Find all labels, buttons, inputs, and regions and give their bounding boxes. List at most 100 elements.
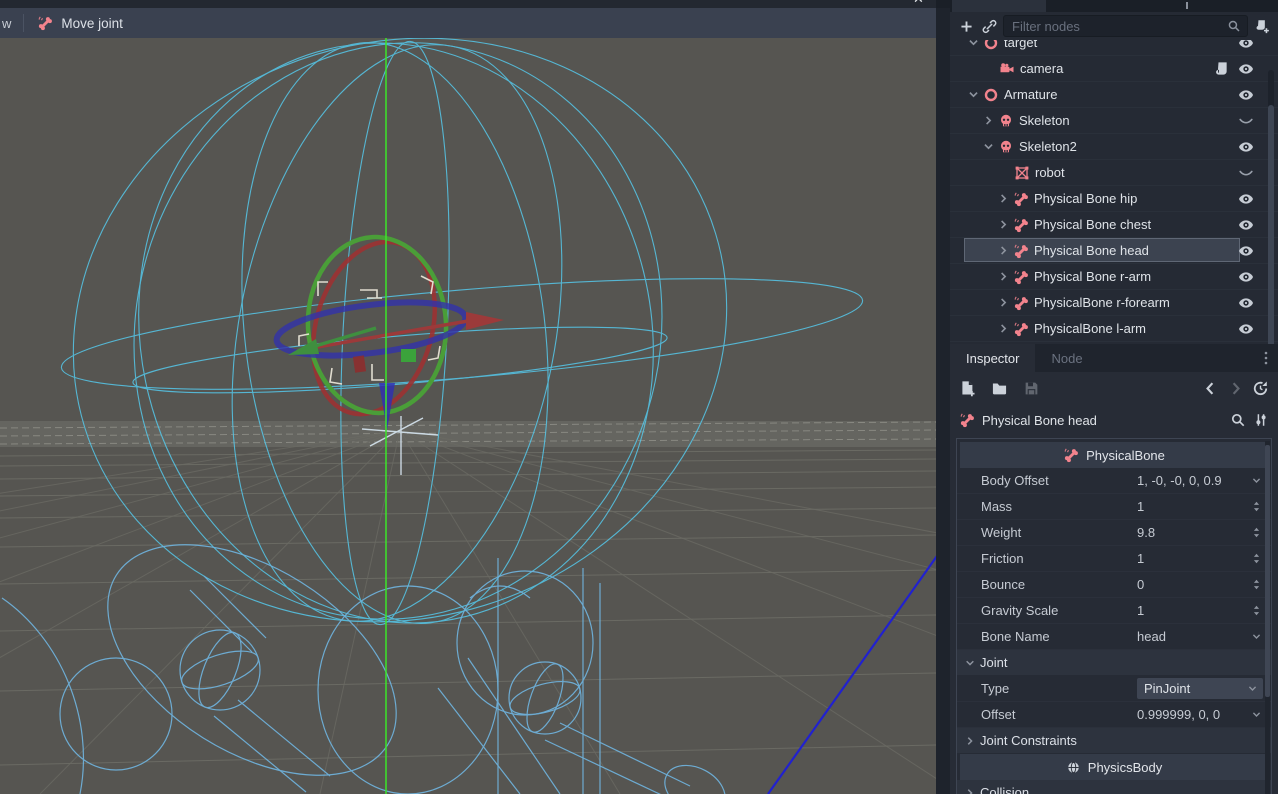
property-row-body-offset[interactable]: Body Offset 1, -0, -0, 0, 0.9 (957, 468, 1271, 494)
chevron-right-icon[interactable] (996, 217, 1011, 232)
chevron-right-icon[interactable] (996, 295, 1011, 310)
chevron-down-icon[interactable] (1250, 474, 1263, 487)
property-row-weight[interactable]: Weight 9.8 (957, 520, 1271, 546)
instance-scene-button[interactable] (980, 17, 998, 35)
visibility-eye-icon[interactable] (1238, 40, 1254, 51)
property-row-friction[interactable]: Friction 1 (957, 546, 1271, 572)
chevron-right-icon[interactable] (996, 269, 1011, 284)
property-value[interactable]: 1 (1137, 603, 1250, 618)
stepper-icon[interactable] (1250, 500, 1263, 513)
group-collision[interactable]: Collision (957, 780, 1271, 794)
property-row-gravity-scale[interactable]: Gravity Scale 1 (957, 598, 1271, 624)
stepper-icon[interactable] (1250, 526, 1263, 539)
visibility-eye-icon[interactable] (1238, 269, 1254, 285)
visibility-hidden-icon[interactable] (1238, 165, 1254, 181)
tree-row-target[interactable]: target (950, 40, 1278, 56)
visibility-hidden-icon[interactable] (1238, 113, 1254, 129)
visibility-eye-icon[interactable] (1238, 61, 1254, 77)
property-tools-icon[interactable] (1253, 412, 1269, 428)
scene-dock-tab-partial[interactable] (952, 0, 1046, 12)
property-row-bone-name[interactable]: Bone Name head (957, 624, 1271, 650)
camera-node-icon (999, 61, 1015, 77)
stepper-icon[interactable] (1250, 578, 1263, 591)
tree-row-camera[interactable]: camera (950, 56, 1278, 82)
stepper-icon[interactable] (1250, 552, 1263, 565)
property-row-joint-type[interactable]: Type PinJoint (957, 676, 1271, 702)
property-value[interactable]: 1 (1137, 551, 1250, 566)
chevron-down-icon[interactable] (966, 87, 981, 102)
chevron-right-icon[interactable] (981, 113, 996, 128)
property-value[interactable]: 0 (1137, 577, 1250, 592)
object-history-icon[interactable] (1252, 380, 1269, 397)
node-name: PhysicalBone l-arm (1034, 321, 1146, 336)
chevron-right-icon[interactable] (996, 191, 1011, 206)
chevron-right-icon[interactable] (996, 321, 1011, 336)
skeleton-node-icon (998, 113, 1014, 129)
attach-script-button[interactable] (1253, 17, 1271, 35)
stepper-icon[interactable] (1250, 604, 1263, 617)
node-name: PhysicalBone r-forearm (1034, 295, 1170, 310)
inspector-scrollbar[interactable] (1265, 441, 1270, 794)
visibility-eye-icon[interactable] (1238, 243, 1254, 259)
spatial-node-icon (983, 40, 999, 51)
chevron-down-icon[interactable] (1250, 630, 1263, 643)
group-joint[interactable]: Joint (957, 650, 1271, 676)
tree-row-robot[interactable]: robot (950, 160, 1278, 186)
bone-icon (1013, 191, 1029, 207)
chevron-down-icon[interactable] (966, 40, 981, 50)
property-row-bounce[interactable]: Bounce 0 (957, 572, 1271, 598)
inspector-dock: Inspector Node Physical Bone head Physic… (950, 344, 1278, 794)
visibility-eye-icon[interactable] (1238, 191, 1254, 207)
history-back-icon[interactable] (1202, 380, 1219, 397)
property-row-joint-offset[interactable]: Offset 0.999999, 0, 0 (957, 702, 1271, 728)
tree-row-bone-r-arm[interactable]: Physical Bone r-arm (950, 264, 1278, 290)
tree-row-skeleton2[interactable]: Skeleton2 (950, 134, 1278, 160)
tree-row-skeleton[interactable]: Skeleton (950, 108, 1278, 134)
tab-node[interactable]: Node (1035, 344, 1098, 372)
tree-row-bone-hip[interactable]: Physical Bone hip (950, 186, 1278, 212)
new-resource-icon[interactable] (959, 380, 976, 397)
history-forward-icon[interactable] (1227, 380, 1244, 397)
property-value[interactable]: head (1137, 629, 1250, 644)
property-value[interactable]: 1 (1137, 499, 1250, 514)
property-value[interactable]: 9.8 (1137, 525, 1250, 540)
visibility-eye-icon[interactable] (1238, 139, 1254, 155)
joint-type-dropdown[interactable]: PinJoint (1137, 678, 1263, 699)
chevron-down-icon[interactable] (981, 139, 996, 154)
node-name: Physical Bone head (1034, 243, 1149, 258)
tree-row-armature[interactable]: Armature (950, 82, 1278, 108)
node-name: camera (1020, 61, 1063, 76)
chevron-down-icon[interactable] (1250, 708, 1263, 721)
close-icon[interactable]: ✕ (913, 0, 924, 7)
tab-inspector[interactable]: Inspector (950, 344, 1035, 372)
script-icon[interactable] (1214, 61, 1229, 76)
filter-nodes-input[interactable] (1010, 18, 1227, 35)
visibility-eye-icon[interactable] (1238, 87, 1254, 103)
visibility-eye-icon[interactable] (1238, 217, 1254, 233)
filter-nodes-field[interactable] (1003, 15, 1248, 37)
tree-row-bone-l-arm[interactable]: PhysicalBone l-arm (950, 316, 1278, 342)
viewport-3d[interactable] (0, 38, 936, 794)
viewport-menu-partial[interactable]: w (2, 16, 11, 31)
visibility-eye-icon[interactable] (1238, 295, 1254, 311)
add-node-button[interactable] (957, 17, 975, 35)
scene-tree-scrollbar[interactable] (1268, 70, 1274, 344)
chevron-right-icon[interactable] (996, 243, 1011, 258)
property-row-mass[interactable]: Mass 1 (957, 494, 1271, 520)
tree-row-bone-head-selected[interactable]: Physical Bone head (950, 238, 1278, 264)
group-joint-constraints[interactable]: Joint Constraints (957, 728, 1271, 754)
dock-menu-icon[interactable] (1258, 350, 1274, 366)
filter-properties-icon[interactable] (1230, 412, 1246, 428)
save-resource-icon[interactable] (1023, 380, 1040, 397)
category-physicalbone[interactable]: PhysicalBone (960, 442, 1268, 468)
group-label: Collision (980, 785, 1029, 794)
visibility-eye-icon[interactable] (1238, 321, 1254, 337)
property-value[interactable]: 0.999999, 0, 0 (1137, 707, 1250, 722)
dock-separator[interactable] (936, 8, 950, 794)
tree-row-bone-r-forearm[interactable]: PhysicalBone r-forearm (950, 290, 1278, 316)
tree-row-bone-chest[interactable]: Physical Bone chest (950, 212, 1278, 238)
load-resource-icon[interactable] (991, 380, 1008, 397)
property-value[interactable]: 1, -0, -0, 0, 0.9 (1137, 473, 1250, 488)
category-physicsbody[interactable]: PhysicsBody (960, 754, 1268, 780)
inspected-object-name: Physical Bone head (982, 413, 1223, 428)
